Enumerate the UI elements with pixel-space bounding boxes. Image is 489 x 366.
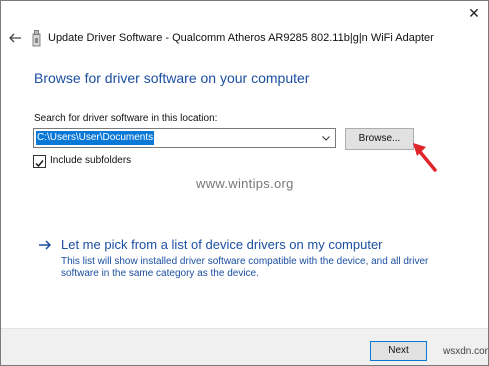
path-combobox[interactable]: C:\Users\User\Documents xyxy=(33,128,336,148)
red-pointer-arrow-icon xyxy=(413,143,437,172)
dialog-footer: Next wsxdn.com xyxy=(1,328,489,365)
include-subfolders-label[interactable]: Include subfolders xyxy=(50,154,131,168)
chevron-down-icon[interactable] xyxy=(319,131,333,145)
usb-device-icon xyxy=(32,30,41,47)
close-button[interactable]: ✕ xyxy=(466,5,482,21)
pick-from-list-description: This list will show installed driver sof… xyxy=(61,256,429,279)
close-icon: ✕ xyxy=(468,5,480,21)
page-title: Browse for driver software on your compu… xyxy=(34,70,310,86)
back-arrow-icon xyxy=(9,33,21,43)
path-input[interactable]: C:\Users\User\Documents xyxy=(36,131,155,145)
pick-from-list-title[interactable]: Let me pick from a list of device driver… xyxy=(61,237,383,253)
update-driver-window: ✕ Update Driver Software - Qualcomm Athe… xyxy=(0,0,489,366)
back-button[interactable] xyxy=(8,31,22,45)
corner-watermark: wsxdn.com xyxy=(443,346,489,357)
right-arrow-icon xyxy=(39,240,52,250)
next-button[interactable]: Next xyxy=(370,341,427,361)
check-icon xyxy=(35,160,44,168)
window-title: Update Driver Software - Qualcomm Athero… xyxy=(48,32,434,44)
include-subfolders-checkbox[interactable] xyxy=(33,155,46,168)
browse-button[interactable]: Browse... xyxy=(345,128,414,150)
watermark-text: www.wintips.org xyxy=(196,176,294,191)
search-location-label: Search for driver software in this locat… xyxy=(34,113,218,124)
